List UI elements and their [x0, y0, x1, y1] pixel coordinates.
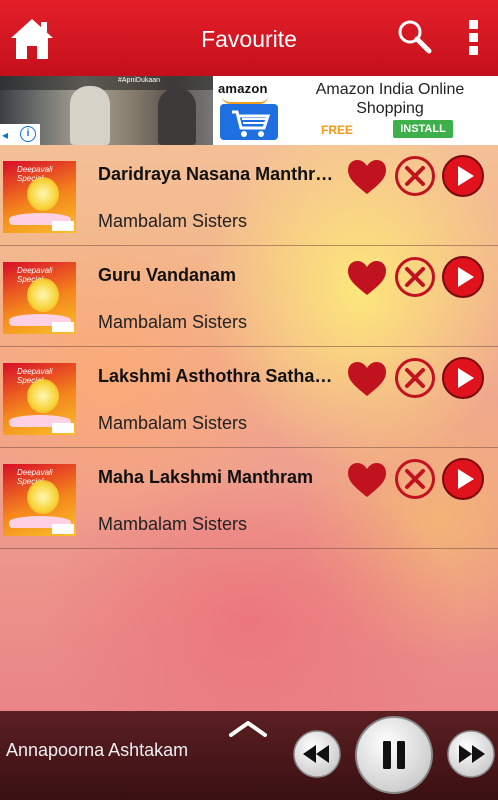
close-circle-icon[interactable]	[394, 256, 436, 298]
heart-icon[interactable]	[346, 259, 388, 297]
overflow-menu-icon	[468, 20, 478, 29]
shopping-cart-icon	[232, 110, 271, 137]
favourites-list: Deepavali Special Daridraya Nasana Manth…	[0, 145, 498, 549]
song-title: Daridraya Nasana Manthram	[98, 164, 338, 184]
pause-icon[interactable]	[353, 714, 435, 796]
heart-icon[interactable]	[346, 360, 388, 398]
search-icon	[398, 20, 432, 54]
amazon-logo[interactable]: amazon	[214, 79, 281, 142]
overflow-menu-button[interactable]	[462, 16, 484, 60]
amazon-logo-text: amazon	[218, 81, 268, 96]
mini-player: Annapoorna Ashtakam	[0, 711, 498, 800]
song-title: Maha Lakshmi Manthram	[98, 467, 314, 487]
close-circle-icon[interactable]	[394, 357, 436, 399]
song-row[interactable]: Deepavali Special Lakshmi Asthothra Sath…	[0, 347, 498, 448]
search-button[interactable]	[396, 18, 432, 54]
heart-icon[interactable]	[346, 158, 388, 196]
now-playing-title: Annapoorna Ashtakam	[6, 740, 189, 760]
song-title: Guru Vandanam	[98, 265, 237, 285]
play-icon[interactable]	[441, 154, 485, 198]
ad-hashtag: #ApniDukaan	[118, 77, 161, 84]
close-circle-icon[interactable]	[394, 155, 436, 197]
album-art: Deepavali Special	[3, 363, 76, 435]
song-artist: Mambalam Sisters	[98, 211, 248, 231]
song-title: Lakshmi Asthothra Sathanamavali	[98, 366, 338, 386]
fast-forward-icon[interactable]	[446, 729, 496, 779]
close-circle-icon[interactable]	[394, 458, 436, 500]
play-icon[interactable]	[441, 255, 485, 299]
song-row[interactable]: Deepavali Special Guru Vandanam Mambalam…	[0, 246, 498, 347]
song-row[interactable]: Deepavali Special Maha Lakshmi Manthram …	[0, 448, 498, 549]
song-artist: Mambalam Sisters	[98, 312, 248, 332]
install-button[interactable]: INSTALL	[393, 120, 453, 138]
rewind-icon[interactable]	[292, 729, 342, 779]
chevron-up-icon[interactable]	[228, 717, 268, 741]
heart-icon[interactable]	[346, 461, 388, 499]
ad-choices-button[interactable]: ◂ i	[0, 124, 40, 145]
song-artist: Mambalam Sisters	[98, 514, 248, 534]
ad-headline: Amazon India Online Shopping	[315, 81, 465, 117]
play-icon[interactable]	[441, 457, 485, 501]
info-icon: i	[20, 126, 36, 142]
ad-play-icon: ◂	[2, 128, 9, 142]
ad-price-label: FREE	[321, 123, 354, 137]
song-row[interactable]: Deepavali Special Daridraya Nasana Manth…	[0, 145, 498, 246]
album-art: Deepavali Special	[3, 262, 76, 334]
album-art: Deepavali Special	[3, 161, 76, 233]
song-artist: Mambalam Sisters	[98, 413, 248, 433]
album-art: Deepavali Special	[3, 464, 76, 536]
ad-banner[interactable]: #ApniDukaan ◂ i amazon Amazon India Onli…	[0, 76, 498, 145]
play-icon[interactable]	[441, 356, 485, 400]
top-app-bar: Favourite	[0, 0, 498, 76]
